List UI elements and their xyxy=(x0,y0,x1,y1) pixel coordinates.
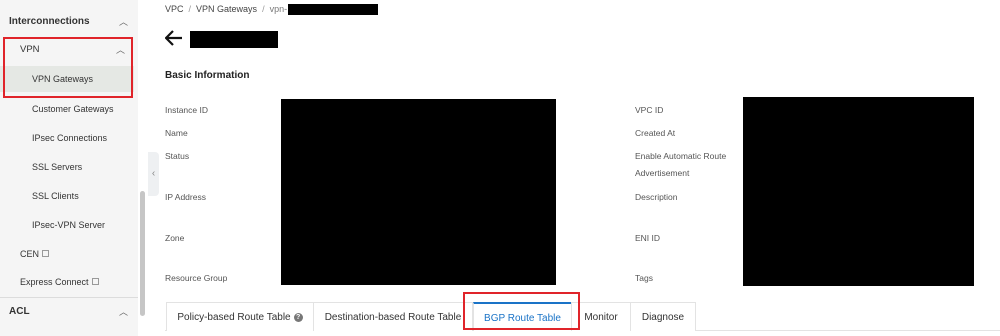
external-link-icon xyxy=(91,278,99,285)
sidebar-group-label: Interconnections xyxy=(9,16,90,27)
sidebar-item-express-connect[interactable]: Express Connect xyxy=(0,269,134,295)
sidebar-item-ssl-clients[interactable]: SSL Clients xyxy=(0,183,134,209)
label-ip-address: IP Address xyxy=(165,192,206,202)
sidebar-item-ipsec-connections[interactable]: IPsec Connections xyxy=(0,125,134,151)
tab-diagnose[interactable]: Diagnose xyxy=(630,302,696,331)
label-enable-auto-route-line1: Enable Automatic Route xyxy=(635,151,727,161)
highlight-box-bgp-tab xyxy=(463,292,580,330)
tab-label: Monitor xyxy=(584,312,618,323)
sidebar-item-label: SSL Servers xyxy=(32,162,83,172)
sidebar-group-acl[interactable]: ACL ︿ xyxy=(0,298,138,326)
redacted-values-right xyxy=(743,97,974,286)
sidebar-item-label: IPsec Connections xyxy=(32,133,108,143)
breadcrumb-item-current: vpn- xyxy=(269,4,288,14)
breadcrumb-item-vpn-gateways[interactable]: VPN Gateways xyxy=(196,2,257,16)
label-created-at: Created At xyxy=(635,128,676,138)
highlight-box-vpn xyxy=(3,37,133,98)
breadcrumb-separator: / xyxy=(262,4,265,14)
label-tags: Tags xyxy=(635,273,653,283)
external-link-icon xyxy=(42,250,50,257)
tab-label: Policy-based Route Table xyxy=(177,312,291,323)
label-instance-id: Instance ID xyxy=(165,105,208,115)
page-title-redacted xyxy=(190,31,278,48)
redacted-block xyxy=(288,4,379,16)
label-vpc-id: VPC ID xyxy=(635,105,664,115)
tab-destination-based-route-table[interactable]: Destination-based Route Table xyxy=(313,302,473,331)
chevron-left-icon: ‹ xyxy=(151,168,156,179)
sidebar-item-label: CEN xyxy=(20,249,40,259)
tab-label: Destination-based Route Table xyxy=(324,312,462,323)
label-enable-auto-route-line2: Advertisement xyxy=(635,168,690,178)
breadcrumb-item-vpc[interactable]: VPC xyxy=(165,2,184,16)
section-title-basic-information: Basic Information xyxy=(165,70,250,81)
app-root: Interconnections ︿ VPN ︿ VPN Gateways Cu… xyxy=(0,0,1000,336)
sidebar-item-label: Express Connect xyxy=(20,277,89,287)
tab-policy-based-route-table[interactable]: Policy-based Route Table? xyxy=(166,302,314,331)
sidebar-item-label: Customer Gateways xyxy=(32,104,114,114)
arrow-left-icon[interactable] xyxy=(164,30,183,50)
sidebar-item-cen[interactable]: CEN xyxy=(0,241,134,267)
label-eni-id: ENI ID xyxy=(635,233,661,243)
chevron-up-icon: ︿ xyxy=(118,307,128,317)
sidebar-item-ssl-servers[interactable]: SSL Servers xyxy=(0,154,134,180)
sidebar-item-ipsec-vpn-server[interactable]: IPsec-VPN Server xyxy=(0,212,134,238)
sidebar-item-label: SSL Clients xyxy=(32,191,79,201)
sidebar-scrollbar[interactable] xyxy=(140,191,145,316)
label-description: Description xyxy=(635,192,678,202)
chevron-up-icon: ︿ xyxy=(118,17,128,27)
sidebar-group-interconnections[interactable]: Interconnections ︿ xyxy=(0,8,138,36)
redacted-values-left xyxy=(281,99,556,285)
tab-monitor[interactable]: Monitor xyxy=(571,302,631,331)
sidebar-collapse-handle[interactable]: ‹ xyxy=(148,152,159,196)
label-resource-group: Resource Group xyxy=(165,273,228,283)
label-zone: Zone xyxy=(165,233,185,243)
breadcrumb-separator: / xyxy=(188,4,192,14)
sidebar-group-label: ACL xyxy=(9,306,30,317)
sidebar-item-label: IPsec-VPN Server xyxy=(32,220,106,230)
label-name: Name xyxy=(165,128,188,138)
sidebar-item-customer-gateways[interactable]: Customer Gateways xyxy=(0,96,134,122)
help-icon[interactable]: ? xyxy=(293,312,303,322)
breadcrumb: VPC / VPN Gateways / vpn- xyxy=(165,2,379,16)
tab-label: Diagnose xyxy=(641,312,685,323)
label-status: Status xyxy=(165,151,190,161)
